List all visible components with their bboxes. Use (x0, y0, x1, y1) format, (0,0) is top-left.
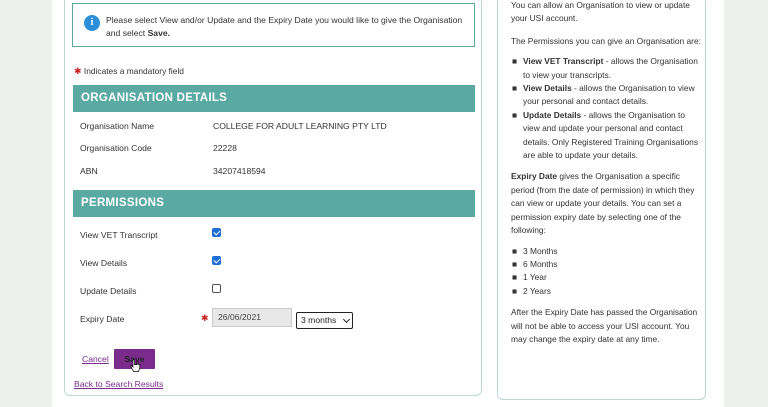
expiry-option: ■ 3 Months (512, 245, 558, 256)
help-expiry: Expiry Date gives the Organisation a spe… (511, 170, 701, 237)
permission-item-view-vet: ■ View VET Transcript - allows the Organi… (512, 56, 698, 80)
mandatory-note-text: Indicates a mandatory field (83, 66, 184, 76)
view-vet-checkbox[interactable] (212, 228, 221, 237)
expiry-option-text: 2 Years (523, 285, 551, 296)
expiry-date-field[interactable]: 26/06/2021 (212, 308, 292, 327)
view-vet-label: View VET Transcript (80, 230, 158, 240)
help-intro: You can allow an Organisation to view or… (511, 0, 690, 24)
organisation-details-header: ORGANISATION DETAILS (73, 85, 475, 112)
permission-item-view-details: ■ View Details - allows the Organisation … (512, 83, 695, 107)
view-details-checkbox[interactable] (212, 256, 221, 265)
expiry-option-text: 6 Months (523, 258, 558, 269)
expiry-options-list: ■ 3 Months ■ 6 Months ■ 1 Year ■ 2 Years (511, 245, 701, 299)
permission-term: Update Details (523, 109, 582, 120)
view-details-label: View Details (80, 258, 128, 268)
back-to-search-link[interactable]: Back to Search Results (74, 379, 163, 389)
abn-label: ABN (80, 166, 98, 176)
expiry-option: ■ 6 Months (512, 258, 558, 269)
expiry-period-value: 3 months (301, 315, 337, 325)
info-icon: i (84, 15, 100, 31)
chevron-down-icon (342, 315, 351, 324)
hand-cursor-icon (130, 359, 141, 372)
help-content: You can allow an Organisation to view or… (511, 0, 701, 346)
help-permissions-intro: The Permissions you can give an Organisa… (511, 35, 701, 46)
org-name-value: COLLEGE FOR ADULT LEARNING PTY LTD (213, 121, 387, 131)
expiry-option-text: 3 Months (523, 245, 558, 256)
update-details-checkbox[interactable] (212, 284, 221, 293)
info-message: Please select View and/or Update and the… (106, 14, 466, 40)
expiry-term: Expiry Date (511, 171, 558, 182)
mandatory-star-icon: ✱ (74, 66, 82, 76)
expiry-date-label: Expiry Date (80, 314, 125, 324)
permission-term: View Details (523, 83, 572, 94)
org-code-value: 22228 (213, 143, 237, 153)
permissions-header: PERMISSIONS (73, 190, 475, 217)
expiry-period-select[interactable]: 3 months (296, 312, 353, 329)
expiry-option: ■ 1 Year (512, 272, 547, 283)
permission-item-update-details: ■ Update Details - allows the Organisatio… (512, 109, 699, 161)
mandatory-note: ✱ Indicates a mandatory field (74, 66, 184, 77)
info-save-word: Save. (147, 28, 171, 38)
org-name-label: Organisation Name (80, 121, 155, 131)
expiry-option-text: 1 Year (523, 272, 547, 283)
required-star-icon: ✱ (201, 313, 209, 323)
cancel-link[interactable]: Cancel (82, 354, 109, 364)
expiry-option: ■ 2 Years (512, 285, 551, 296)
update-details-label: Update Details (80, 286, 137, 296)
info-message-box: i Please select View and/or Update and t… (72, 3, 475, 47)
permission-term: View VET Transcript (523, 56, 604, 67)
abn-value: 34207418594 (213, 166, 266, 176)
permissions-list: ■ View VET Transcript - allows the Organi… (511, 55, 701, 162)
org-code-label: Organisation Code (80, 143, 152, 153)
help-after-note: After the Expiry Date has passed the Org… (511, 307, 698, 344)
